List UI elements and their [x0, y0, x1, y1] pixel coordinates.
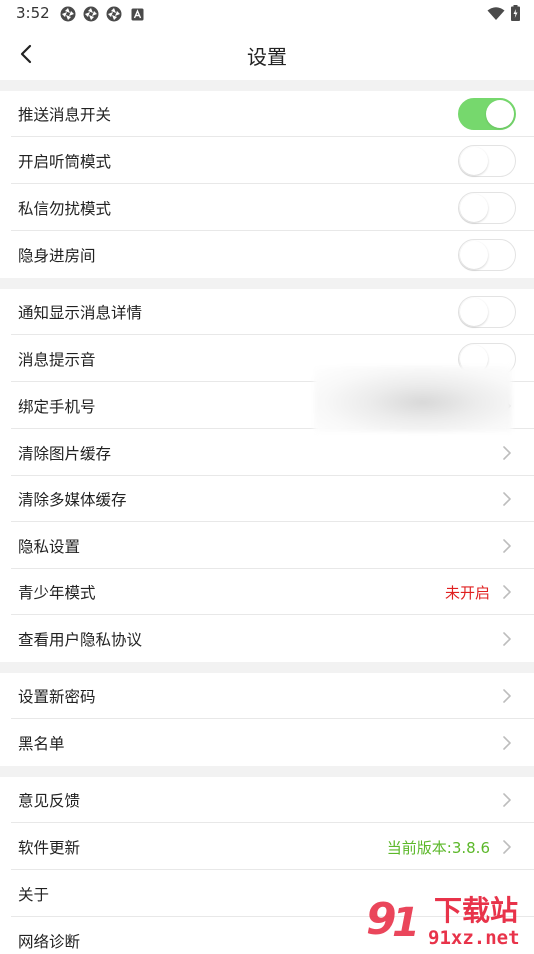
divider [11, 334, 534, 335]
wifi-icon [487, 6, 505, 25]
setting-row-software-update[interactable]: 软件更新 当前版本:3.8.6 [0, 824, 534, 870]
svg-text:1: 1 [392, 900, 420, 946]
current-version: 当前版本:3.8.6 [386, 838, 490, 857]
header: 设置 [0, 28, 534, 80]
section-gap [0, 766, 534, 777]
row-label: 关于 [18, 886, 50, 904]
notification-icons [60, 6, 145, 22]
toggle-knob [460, 241, 488, 269]
app-notification-icon [83, 6, 99, 22]
chevron-right-icon [503, 539, 511, 553]
dm-do-not-disturb-toggle[interactable] [458, 192, 516, 224]
setting-row-clear-image-cache[interactable]: 清除图片缓存 [0, 430, 534, 476]
chevron-right-icon [503, 736, 511, 750]
row-label: 清除图片缓存 [18, 445, 112, 463]
toggle-knob [486, 100, 514, 128]
setting-row-privacy-agreement[interactable]: 查看用户隐私协议 [0, 616, 534, 662]
divider [11, 521, 534, 522]
status-bar: 3:52 [0, 0, 534, 28]
status-time: 3:52 [16, 4, 50, 22]
chevron-right-icon [503, 632, 511, 646]
app-notification-icon [60, 6, 76, 22]
watermark-logo: 9 1 下载站 91xz.net [362, 886, 534, 950]
setting-row-notification-details[interactable]: 通知显示消息详情 [0, 289, 534, 335]
row-label: 隐身进房间 [18, 247, 96, 265]
row-label: 黑名单 [18, 735, 65, 753]
setting-row-teen-mode[interactable]: 青少年模式 未开启 [0, 569, 534, 615]
chevron-right-icon [503, 840, 511, 854]
row-label: 软件更新 [18, 839, 81, 857]
app-notification-icon [106, 6, 122, 22]
row-label: 推送消息开关 [18, 106, 112, 124]
setting-row-dm-do-not-disturb[interactable]: 私信勿扰模式 [0, 185, 534, 231]
setting-row-invisible-enter-room[interactable]: 隐身进房间 [0, 232, 534, 278]
row-label: 查看用户隐私协议 [18, 631, 143, 649]
watermark-subtitle: 91xz.net [428, 927, 520, 949]
row-label: 隐私设置 [18, 538, 81, 556]
row-label: 网络诊断 [18, 933, 81, 951]
row-label: 开启听筒模式 [18, 153, 112, 171]
a-notification-icon [129, 6, 145, 22]
toggle-knob [460, 194, 488, 222]
chevron-right-icon [503, 793, 511, 807]
setting-row-push-messages[interactable]: 推送消息开关 [0, 91, 534, 137]
setting-row-new-password[interactable]: 设置新密码 [0, 673, 534, 719]
blurred-region [314, 366, 512, 432]
toggle-knob [460, 298, 488, 326]
notification-details-toggle[interactable] [458, 296, 516, 328]
setting-row-privacy-settings[interactable]: 隐私设置 [0, 523, 534, 569]
divider [11, 230, 534, 231]
divider [11, 183, 534, 184]
section-gap [0, 80, 534, 91]
row-label: 消息提示音 [18, 351, 96, 369]
row-label: 设置新密码 [18, 688, 96, 706]
row-label: 清除多媒体缓存 [18, 491, 127, 509]
setting-row-blacklist[interactable]: 黑名单 [0, 720, 534, 766]
divider [11, 718, 534, 719]
chevron-right-icon [503, 446, 511, 460]
system-icons [487, 5, 520, 25]
setting-row-feedback[interactable]: 意见反馈 [0, 777, 534, 823]
chevron-right-icon [503, 492, 511, 506]
chevron-right-icon [503, 585, 511, 599]
earpiece-mode-toggle[interactable] [458, 145, 516, 177]
setting-row-clear-media-cache[interactable]: 清除多媒体缓存 [0, 476, 534, 522]
divider [11, 614, 534, 615]
section-gap [0, 278, 534, 289]
page-title: 设置 [247, 45, 287, 69]
divider [11, 869, 534, 870]
row-label: 私信勿扰模式 [18, 200, 112, 218]
section-gap [0, 662, 534, 673]
watermark-title: 下载站 [434, 894, 518, 927]
site-logo-icon: 9 1 下载站 91xz.net [366, 894, 520, 949]
chevron-right-icon [503, 689, 511, 703]
row-label: 青少年模式 [18, 584, 96, 602]
row-label: 通知显示消息详情 [18, 304, 143, 322]
teen-mode-status: 未开启 [444, 583, 490, 602]
divider [11, 136, 534, 137]
row-label: 意见反馈 [18, 792, 81, 810]
toggle-knob [460, 147, 488, 175]
battery-icon [511, 5, 520, 25]
push-messages-toggle[interactable] [458, 98, 516, 130]
row-label: 绑定手机号 [18, 398, 96, 416]
invisible-enter-room-toggle[interactable] [458, 239, 516, 271]
divider [11, 822, 534, 823]
setting-row-earpiece-mode[interactable]: 开启听筒模式 [0, 138, 534, 184]
